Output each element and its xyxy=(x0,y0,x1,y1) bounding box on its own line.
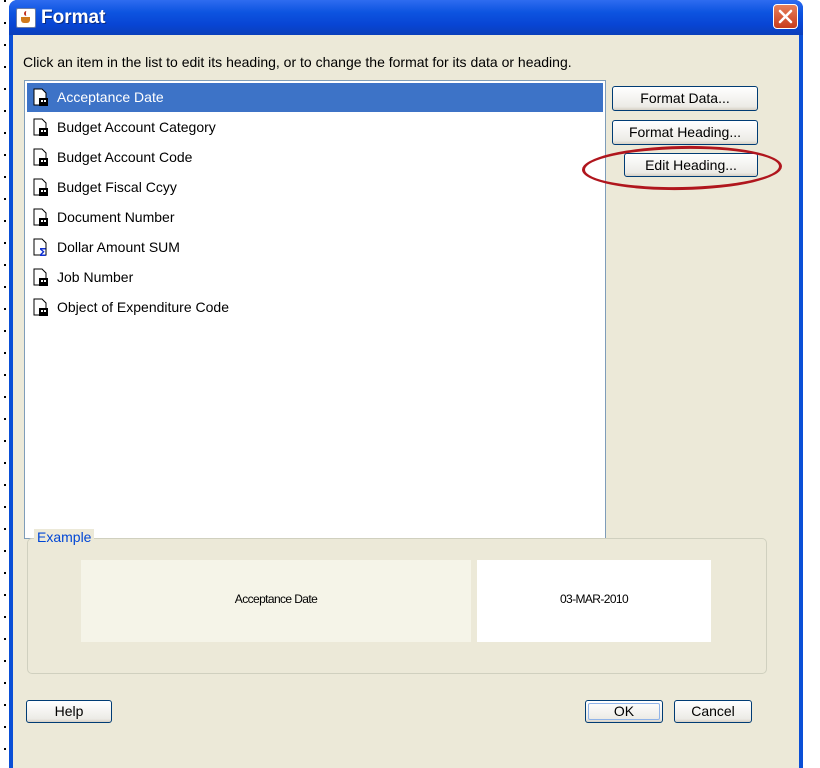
example-data-preview: 03-MAR-2010 xyxy=(477,560,711,642)
list-item[interactable]: Acceptance Date xyxy=(27,83,603,112)
sum-field-icon: Σ xyxy=(33,238,47,257)
instructions-text: Click an item in the list to edit its he… xyxy=(23,54,572,70)
list-item[interactable]: Object of Expenditure Code xyxy=(27,293,603,322)
list-item[interactable]: Budget Account Category xyxy=(27,113,603,142)
list-item-label: Job Number xyxy=(57,269,134,285)
field-icon xyxy=(33,208,48,226)
format-data-button[interactable]: Format Data... xyxy=(612,86,758,111)
list-item[interactable]: Budget Account Code xyxy=(27,143,603,172)
list-item-label: Object of Expenditure Code xyxy=(57,299,229,315)
list-item-label: Document Number xyxy=(57,209,175,225)
list-item[interactable]: Σ Dollar Amount SUM xyxy=(27,233,603,262)
field-icon xyxy=(33,268,48,286)
list-item-label: Acceptance Date xyxy=(57,89,164,105)
format-heading-button[interactable]: Format Heading... xyxy=(612,120,758,145)
list-item[interactable]: Job Number xyxy=(27,263,603,292)
java-app-icon xyxy=(16,8,36,28)
field-icon xyxy=(33,88,48,106)
column-list[interactable]: Acceptance Date Budget Account Category … xyxy=(24,80,606,539)
left-edge-dotted-line xyxy=(4,0,6,768)
example-label: Example xyxy=(34,529,95,545)
list-item-label: Budget Account Category xyxy=(57,119,216,135)
list-item-label: Dollar Amount SUM xyxy=(57,239,180,255)
list-item[interactable]: Budget Fiscal Ccyy xyxy=(27,173,603,202)
example-data-text: 03-MAR-2010 xyxy=(559,592,629,606)
close-icon xyxy=(778,9,793,24)
field-icon xyxy=(33,118,48,136)
example-heading-preview: Acceptance Date xyxy=(81,560,471,642)
svg-text:Σ: Σ xyxy=(39,246,47,257)
list-item-label: Budget Fiscal Ccyy xyxy=(57,179,177,195)
list-item[interactable]: Document Number xyxy=(27,203,603,232)
ok-button[interactable]: OK xyxy=(585,700,663,723)
field-icon xyxy=(33,148,48,166)
close-button[interactable] xyxy=(773,4,798,29)
list-item-label: Budget Account Code xyxy=(57,149,193,165)
field-icon xyxy=(33,178,48,196)
field-icon xyxy=(33,298,48,316)
cancel-button[interactable]: Cancel xyxy=(674,700,752,723)
title-bar[interactable]: Format xyxy=(9,0,803,35)
help-button[interactable]: Help xyxy=(26,700,112,723)
window-title: Format xyxy=(41,7,106,28)
example-heading-text: Acceptance Date xyxy=(234,592,318,606)
